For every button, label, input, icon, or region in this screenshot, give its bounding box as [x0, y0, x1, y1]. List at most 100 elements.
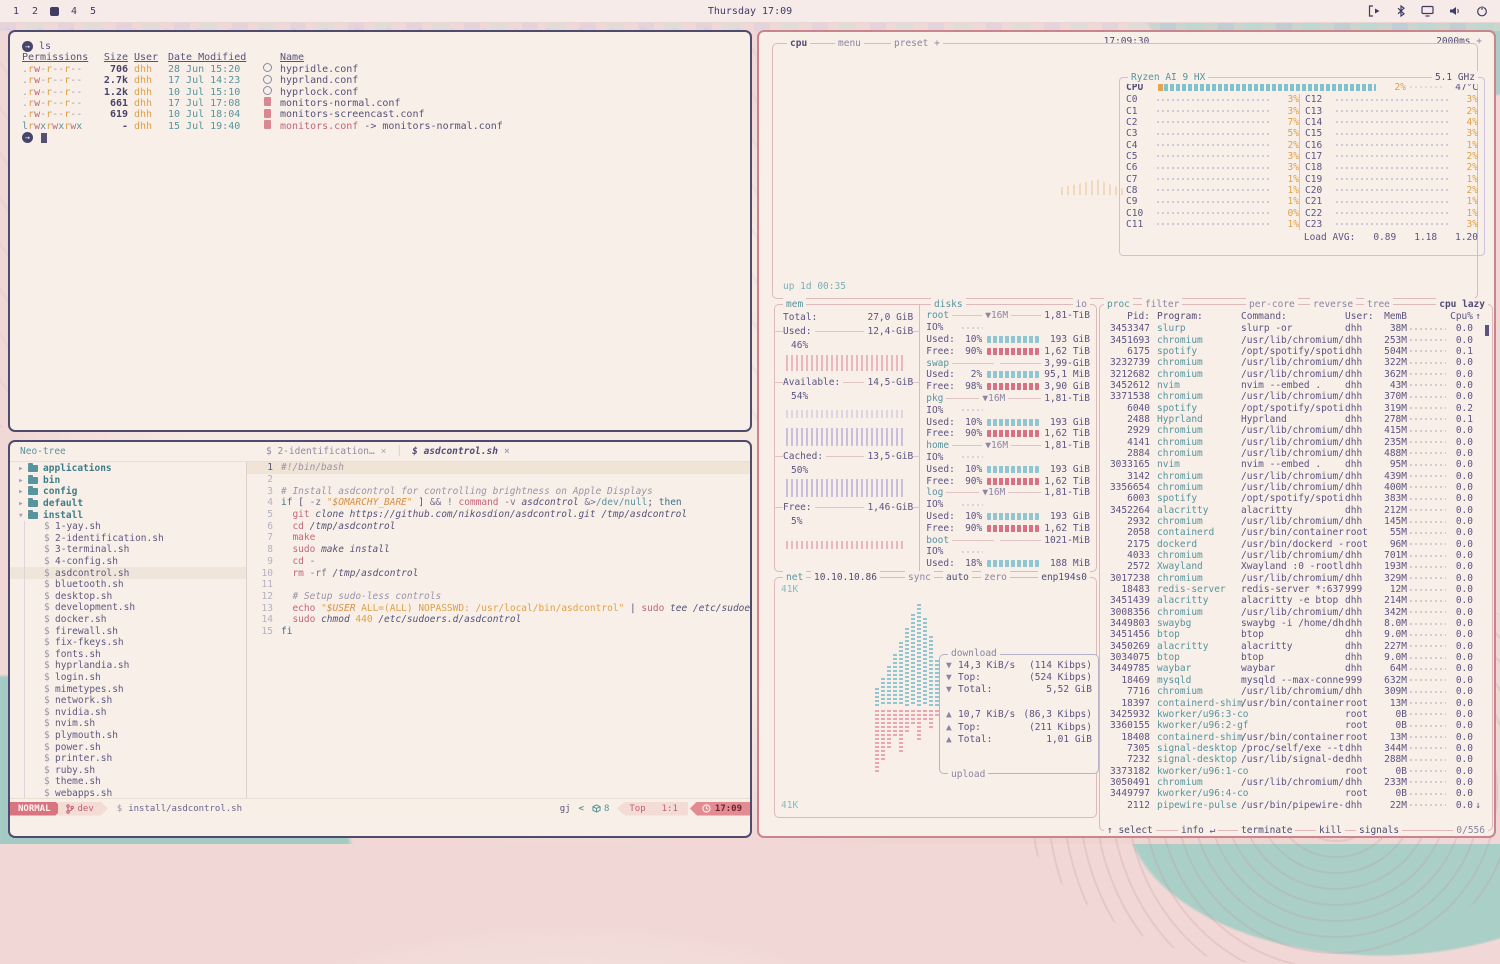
prompt-line-empty[interactable]: → — [22, 132, 738, 143]
file-tree-item[interactable]: ▸ default — [10, 498, 246, 510]
display-icon[interactable] — [1421, 5, 1434, 17]
file-tree-item[interactable]: $ webapps.sh — [10, 788, 246, 798]
chevron-icon[interactable]: ▸ — [18, 463, 28, 474]
process-row[interactable]: 3373182 kworker/u96:1-co root 0B 0.0 — [1106, 765, 1488, 776]
process-row[interactable]: 2175 dockerd /usr/bin/dockerd - root 96M… — [1106, 539, 1488, 550]
process-row[interactable]: 18397 containerd-shim /usr/bin/container… — [1106, 697, 1488, 708]
menu-button[interactable]: menu — [835, 37, 864, 50]
file-tree-item[interactable]: $ theme.sh — [10, 776, 246, 788]
process-row[interactable]: 3360155 kworker/u96:2-gf root 0B 0.0 — [1106, 720, 1488, 731]
workspace-button[interactable]: 5 — [89, 6, 97, 17]
process-row[interactable]: 2572 Xwayland Xwayland :0 -rootl dhh 193… — [1106, 561, 1488, 572]
file-tree-item[interactable]: $ network.sh — [10, 695, 246, 707]
process-row[interactable]: 4141 chromium /usr/lib/chromium/ dhh 235… — [1106, 436, 1488, 447]
process-row[interactable]: 2929 chromium /usr/lib/chromium/ dhh 415… — [1106, 425, 1488, 436]
io-mode-button[interactable]: io — [1073, 298, 1090, 311]
volume-icon[interactable] — [1449, 5, 1461, 17]
file-tree-item[interactable]: $ desktop.sh — [10, 591, 246, 603]
tree-toggle[interactable]: tree — [1364, 298, 1393, 311]
process-row[interactable]: 3449785 waybar waybar dhh 64M 0.0 — [1106, 663, 1488, 674]
process-row[interactable]: 3142 chromium /usr/lib/chromium/ dhh 439… — [1106, 470, 1488, 481]
workspace-button[interactable] — [50, 7, 59, 16]
process-row[interactable]: 18483 redis-server redis-server *:637 99… — [1106, 584, 1488, 595]
process-row[interactable]: 3033165 nvim nvim --embed . dhh 95M 0.0 — [1106, 459, 1488, 470]
process-row[interactable]: 2884 chromium /usr/lib/chromium/ dhh 488… — [1106, 448, 1488, 459]
process-row[interactable]: 3371538 chromium /usr/lib/chromium/ dhh … — [1106, 391, 1488, 402]
process-row[interactable]: 3050491 chromium /usr/lib/chromium/ dhh … — [1106, 777, 1488, 788]
filter-button[interactable]: filter — [1142, 298, 1182, 311]
workspace-button[interactable]: 2 — [31, 6, 39, 17]
kill-hint[interactable]: kill — [1316, 824, 1345, 837]
process-row[interactable]: 3212682 chromium /usr/lib/chromium/ dhh … — [1106, 368, 1488, 379]
process-row[interactable]: 3451456 btop btop dhh 9.0M 0.0 — [1106, 629, 1488, 640]
file-tree-item[interactable]: $ asdcontrol.sh — [10, 567, 246, 579]
process-row[interactable]: 3449803 swaybg swaybg -i /home/dh dhh 8.… — [1106, 618, 1488, 629]
file-tree-item[interactable]: $ ruby.sh — [10, 764, 246, 776]
process-row[interactable]: 7232 signal-desktop /usr/lib/signal-de d… — [1106, 754, 1488, 765]
screenshare-icon[interactable] — [1368, 5, 1381, 17]
chevron-icon[interactable]: ▸ — [18, 475, 28, 486]
file-tree-item[interactable]: ▸ config — [10, 486, 246, 498]
file-tree-item[interactable]: $ firewall.sh — [10, 625, 246, 637]
terminate-hint[interactable]: terminate — [1238, 824, 1295, 837]
process-row[interactable]: 3452612 nvim nvim --embed . dhh 43M 0.0 — [1106, 380, 1488, 391]
sort-selector[interactable]: cpu lazy — [1436, 298, 1488, 311]
file-tree-item[interactable]: $ 2-identification.sh — [10, 533, 246, 545]
chevron-icon[interactable]: ▾ — [18, 510, 28, 521]
file-tree-item[interactable]: $ login.sh — [10, 672, 246, 684]
bluetooth-icon[interactable] — [1396, 5, 1406, 17]
power-icon[interactable] — [1476, 5, 1488, 17]
process-row[interactable]: 3449797 kworker/u96:4-co root 0B 0.0 — [1106, 788, 1488, 799]
net-zero-button[interactable]: zero — [981, 571, 1010, 584]
file-tree-item[interactable]: $ nvim.sh — [10, 718, 246, 730]
close-icon[interactable]: × — [504, 446, 510, 457]
process-row[interactable]: 3232739 chromium /usr/lib/chromium/ dhh … — [1106, 357, 1488, 368]
file-tree-item[interactable]: $ plymouth.sh — [10, 730, 246, 742]
file-tree-item[interactable]: $ 3-terminal.sh — [10, 544, 246, 556]
process-row[interactable]: 2058 containerd /usr/bin/container root … — [1106, 527, 1488, 538]
file-tree-item[interactable]: ▾ install — [10, 509, 246, 521]
process-row[interactable]: 18408 containerd-shim /usr/bin/container… — [1106, 731, 1488, 742]
info-hint[interactable]: info ↵ — [1178, 824, 1218, 837]
net-sync-button[interactable]: sync — [905, 571, 934, 584]
file-tree-item[interactable]: $ docker.sh — [10, 614, 246, 626]
process-row[interactable]: 3451439 alacritty alacritty -e btop dhh … — [1106, 595, 1488, 606]
tab-asdcontrol[interactable]: $ asdcontrol.sh× — [402, 446, 520, 457]
proc-scrollbar-thumb[interactable] — [1485, 325, 1489, 336]
chevron-icon[interactable]: ▸ — [18, 498, 28, 509]
process-row[interactable]: 18469 mysqld mysqld --max-conne 999 632M… — [1106, 675, 1488, 686]
process-row[interactable]: 3008356 chromium /usr/lib/chromium/ dhh … — [1106, 607, 1488, 618]
per-core-toggle[interactable]: per-core — [1246, 298, 1298, 311]
process-row[interactable]: 6003 spotify /opt/spotify/spoti dhh 383M… — [1106, 493, 1488, 504]
preset-button[interactable]: preset + — [891, 37, 943, 50]
net-auto-button[interactable]: auto — [943, 571, 972, 584]
process-row[interactable]: 7716 chromium /usr/lib/chromium/ dhh 309… — [1106, 686, 1488, 697]
process-row[interactable]: 3356654 chromium /usr/lib/chromium/ dhh … — [1106, 482, 1488, 493]
chevron-icon[interactable]: ▸ — [18, 486, 28, 497]
file-tree-item[interactable]: $ mimetypes.sh — [10, 683, 246, 695]
file-tree-item[interactable]: $ development.sh — [10, 602, 246, 614]
file-tree-item[interactable]: $ 1-yay.sh — [10, 521, 246, 533]
process-row[interactable]: 3453347 slurp slurp -or dhh 38M 0.0 — [1106, 323, 1488, 334]
process-row[interactable]: 6040 spotify /opt/spotify/spoti dhh 319M… — [1106, 402, 1488, 413]
workspace-button[interactable]: 1 — [12, 6, 20, 17]
workspace-button[interactable]: 4 — [70, 6, 78, 17]
file-tree-item[interactable]: $ fonts.sh — [10, 649, 246, 661]
file-tree-item[interactable]: $ printer.sh — [10, 753, 246, 765]
file-tree-item[interactable]: $ fix-fkeys.sh — [10, 637, 246, 649]
file-tree-item[interactable]: ▸ bin — [10, 475, 246, 487]
file-tree-item[interactable]: $ 4-config.sh — [10, 556, 246, 568]
process-row[interactable]: 2488 Hyprland Hyprland dhh 278M 0.1 — [1106, 414, 1488, 425]
process-row[interactable]: 3450269 alacritty alacritty dhh 227M 0.0 — [1106, 641, 1488, 652]
process-row[interactable]: 7305 signal-desktop /proc/self/exe --t d… — [1106, 743, 1488, 754]
file-tree-item[interactable]: $ hyprlandia.sh — [10, 660, 246, 672]
file-tree-item[interactable]: $ bluetooth.sh — [10, 579, 246, 591]
process-row[interactable]: 3425932 kworker/u96:3-co root 0B 0.0 — [1106, 709, 1488, 720]
process-row[interactable]: 6175 spotify /opt/spotify/spoti dhh 504M… — [1106, 346, 1488, 357]
select-hint[interactable]: ↑ select — [1104, 824, 1156, 837]
process-row[interactable]: 4033 chromium /usr/lib/chromium/ dhh 701… — [1106, 550, 1488, 561]
editor-buffer[interactable]: 1 #!/bin/bash 2 3 # Install asdcontrol f… — [246, 462, 750, 798]
tab-2-identification[interactable]: $ 2-identification…× — [256, 446, 396, 457]
signals-hint[interactable]: signals — [1356, 824, 1402, 837]
file-tree-item[interactable]: $ nvidia.sh — [10, 706, 246, 718]
